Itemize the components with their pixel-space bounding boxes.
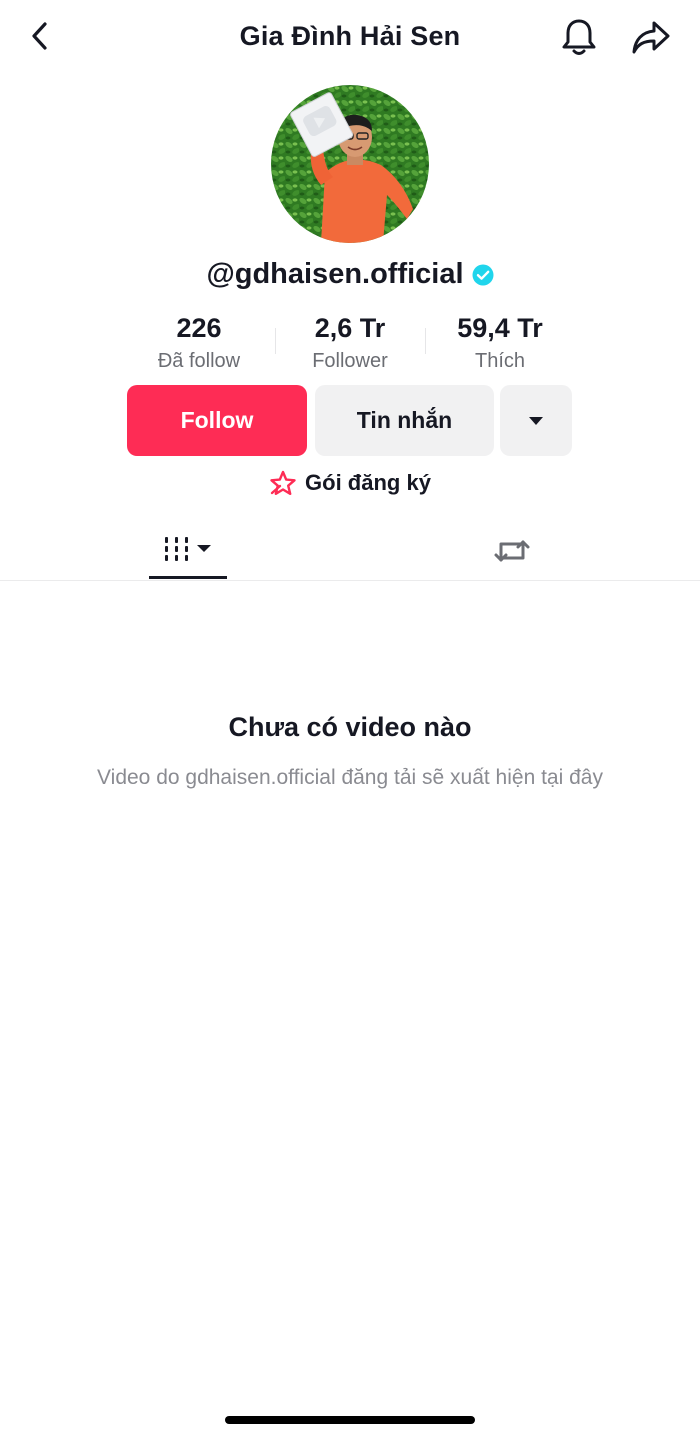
stat-followers[interactable]: 2,6 Tr Follower: [275, 310, 425, 375]
share-arrow-icon: [632, 21, 670, 54]
star-badge-icon: [270, 470, 296, 495]
stat-followers-label: Follower: [312, 350, 388, 372]
back-button[interactable]: [20, 16, 60, 56]
tabs-divider: [0, 580, 700, 581]
tab-active-indicator: [149, 576, 227, 579]
stat-followers-value: 2,6 Tr: [314, 313, 386, 343]
page-title: Gia Đình Hải Sen: [239, 21, 461, 51]
share-button[interactable]: [628, 14, 674, 60]
repost-icon: [494, 540, 530, 562]
message-button[interactable]: Tin nhắn: [315, 385, 494, 456]
stat-likes-value: 59,4 Tr: [457, 313, 543, 343]
tab-reposts[interactable]: [472, 522, 552, 580]
username: @gdhaisen.official: [206, 258, 464, 290]
subscription-label: Gói đăng ký: [305, 470, 431, 495]
stat-likes[interactable]: 59,4 Tr Thích: [425, 310, 575, 375]
grid-bars-icon: [165, 537, 211, 561]
chevron-left-icon: [32, 22, 47, 50]
avatar-image: [271, 85, 429, 243]
subscription-link[interactable]: Gói đăng ký: [0, 466, 700, 500]
tab-videos[interactable]: [148, 522, 228, 580]
bell-icon: [562, 19, 596, 55]
stat-following[interactable]: 226 Đã follow: [124, 310, 274, 375]
caret-down-icon: [529, 416, 543, 425]
more-options-button[interactable]: [500, 385, 572, 456]
stat-likes-label: Thích: [474, 350, 526, 372]
username-row: @gdhaisen.official: [0, 252, 700, 296]
home-indicator[interactable]: [225, 1416, 475, 1424]
notification-button[interactable]: [556, 14, 602, 60]
avatar[interactable]: [271, 85, 429, 243]
empty-state-title: Chưa có video nào: [228, 712, 472, 742]
verified-badge-icon: [472, 264, 494, 286]
follow-button[interactable]: Follow: [127, 385, 307, 456]
top-bar: Gia Đình Hải Sen: [0, 0, 700, 72]
stat-following-value: 226: [176, 313, 222, 343]
stat-following-label: Đã follow: [157, 350, 241, 372]
empty-state-description: Video do gdhaisen.official đăng tải sẽ x…: [97, 766, 603, 789]
